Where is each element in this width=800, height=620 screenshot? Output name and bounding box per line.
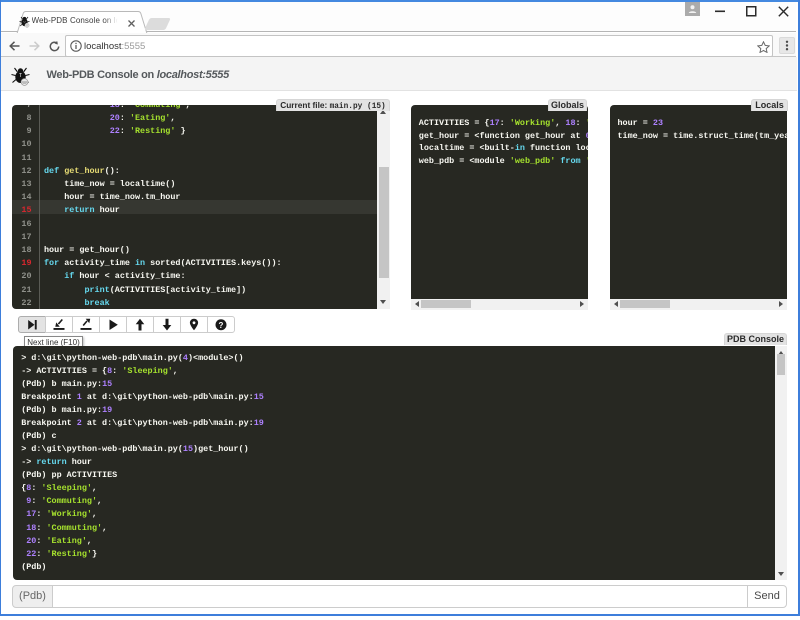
svg-text:T: T: [19, 73, 22, 79]
svg-text:?: ?: [219, 320, 224, 329]
